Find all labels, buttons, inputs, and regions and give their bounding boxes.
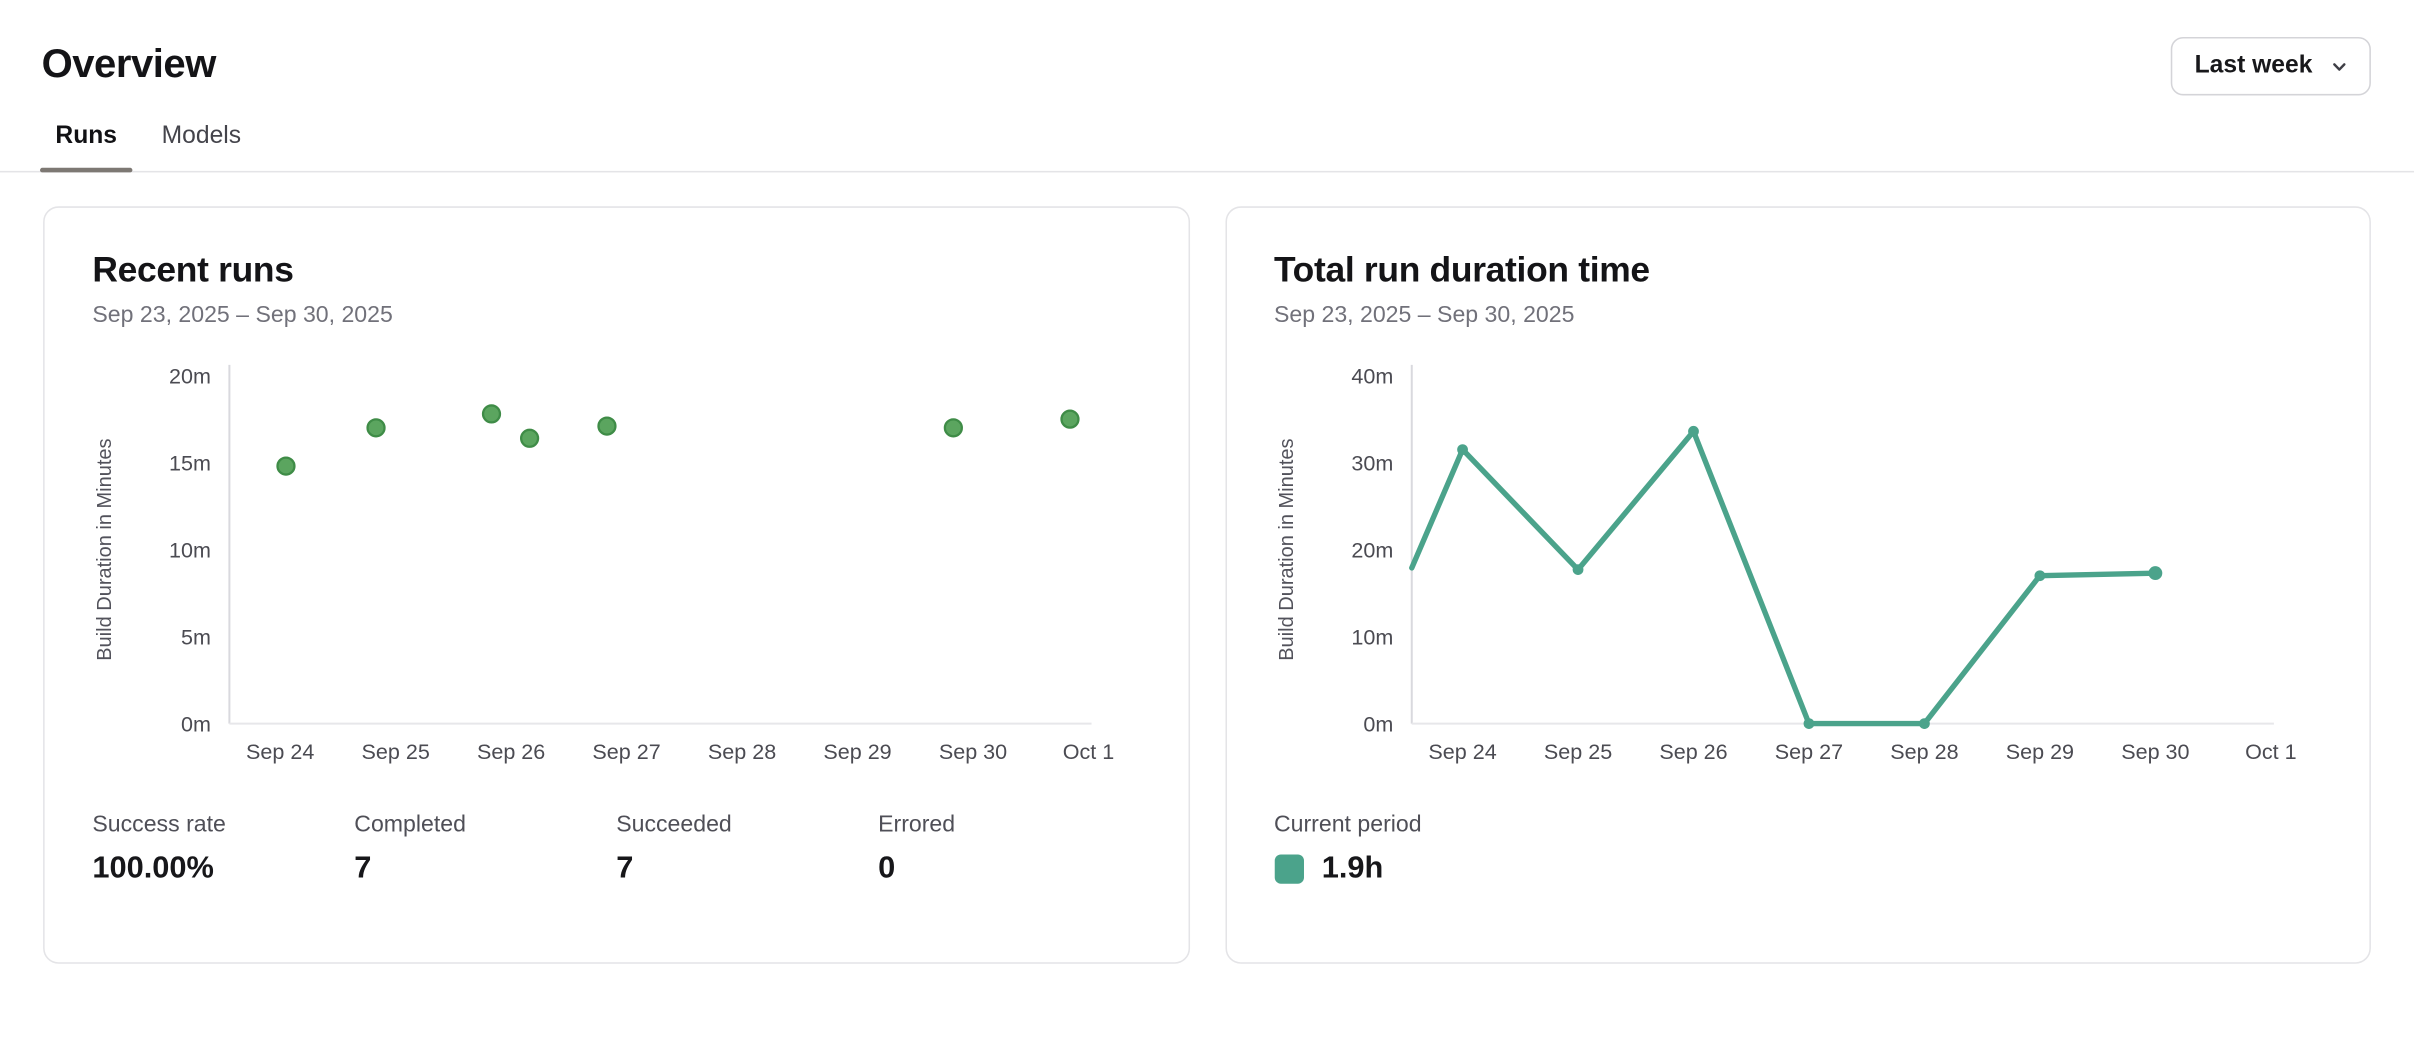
svg-text:Sep 28: Sep 28 — [1890, 739, 1958, 764]
chart-legend: Current period 1.9h — [1274, 811, 2322, 886]
svg-text:Sep 27: Sep 27 — [1774, 739, 1842, 764]
svg-text:Sep 28: Sep 28 — [708, 739, 776, 764]
legend-swatch — [1274, 854, 1303, 883]
svg-text:10m: 10m — [1351, 624, 1393, 649]
svg-text:10m: 10m — [169, 537, 211, 562]
tab-models[interactable]: Models — [146, 123, 256, 171]
svg-text:30m: 30m — [1351, 450, 1393, 475]
svg-text:5m: 5m — [181, 624, 211, 649]
svg-text:Oct 1: Oct 1 — [1063, 739, 1115, 764]
stat-label: Completed — [354, 811, 616, 837]
svg-text:Oct 1: Oct 1 — [2244, 739, 2296, 764]
svg-text:Build Duration in Minutes: Build Duration in Minutes — [1275, 438, 1297, 660]
svg-text:Sep 25: Sep 25 — [362, 739, 430, 764]
total-duration-title: Total run duration time — [1274, 249, 2322, 291]
svg-text:Sep 29: Sep 29 — [2005, 739, 2073, 764]
stat-value: 7 — [616, 851, 878, 886]
svg-text:20m: 20m — [1351, 537, 1393, 562]
recent-runs-stats: Success rate 100.00% Completed 7 Succeed… — [92, 811, 1140, 886]
svg-text:Sep 30: Sep 30 — [939, 739, 1007, 764]
stat-label: Succeeded — [616, 811, 878, 837]
recent-runs-title: Recent runs — [92, 249, 1140, 291]
period-dropdown[interactable]: Last week — [2170, 37, 2371, 96]
svg-text:Sep 26: Sep 26 — [477, 739, 545, 764]
page-header: Overview Last week — [0, 0, 2414, 88]
svg-text:40m: 40m — [1351, 363, 1393, 388]
stat-label: Success rate — [92, 811, 354, 837]
recent-runs-date-range: Sep 23, 2025 – Sep 30, 2025 — [92, 302, 1140, 328]
svg-text:Sep 25: Sep 25 — [1543, 739, 1611, 764]
svg-text:0m: 0m — [1363, 711, 1393, 736]
stat-value: 7 — [354, 851, 616, 886]
svg-text:Sep 30: Sep 30 — [2120, 739, 2188, 764]
svg-text:Sep 27: Sep 27 — [592, 739, 660, 764]
period-dropdown-label: Last week — [2195, 52, 2313, 80]
legend-label: Current period — [1274, 811, 2322, 837]
svg-text:0m: 0m — [181, 711, 211, 736]
app-window: Overview Last week Runs Models Recent ru… — [0, 0, 2414, 1044]
stat-label: Errored — [878, 811, 1140, 837]
page-title: Overview — [42, 40, 2371, 88]
stat-value: 100.00% — [92, 851, 354, 886]
svg-text:Build Duration in Minutes: Build Duration in Minutes — [94, 438, 116, 660]
overview-page: Overview Last week Runs Models Recent ru… — [0, 0, 2414, 1044]
legend-row: 1.9h — [1274, 851, 2322, 886]
stat-value: 0 — [878, 851, 1140, 886]
stat-completed: Completed 7 — [354, 811, 616, 886]
total-duration-date-range: Sep 23, 2025 – Sep 30, 2025 — [1274, 302, 2322, 328]
total-duration-card: Total run duration time Sep 23, 2025 – S… — [1225, 206, 2371, 963]
svg-text:20m: 20m — [169, 363, 211, 388]
svg-text:Sep 24: Sep 24 — [246, 739, 314, 764]
cards-row: Recent runs Sep 23, 2025 – Sep 30, 2025 … — [0, 172, 2414, 963]
recent-runs-card: Recent runs Sep 23, 2025 – Sep 30, 2025 … — [43, 206, 1189, 963]
chevron-down-icon — [2329, 56, 2349, 76]
svg-text:Sep 29: Sep 29 — [823, 739, 891, 764]
recent-runs-scatter: 0m 5m 10m 15m 20m Sep 24 Sep 25 Sep 26 Sep 27 Sep… — [92, 357, 1154, 776]
total-duration-chart: 0m 10m 20m 30m 40m Sep 24 Sep 25 Sep 26 Sep 27 Se… — [1274, 357, 2322, 776]
tab-bar: Runs Models — [0, 123, 2414, 172]
total-run-duration-line: 0m 10m 20m 30m 40m Sep 24 Sep 25 Sep 26 Sep 27 Se… — [1274, 357, 2336, 776]
tab-runs[interactable]: Runs — [40, 123, 132, 171]
legend-value: 1.9h — [1322, 851, 1384, 886]
svg-text:Sep 26: Sep 26 — [1659, 739, 1727, 764]
svg-text:15m: 15m — [169, 450, 211, 475]
stat-success-rate: Success rate 100.00% — [92, 811, 354, 886]
stat-errored: Errored 0 — [878, 811, 1140, 886]
svg-text:Sep 24: Sep 24 — [1428, 739, 1496, 764]
stat-succeeded: Succeeded 7 — [616, 811, 878, 886]
recent-runs-chart: 0m 5m 10m 15m 20m Sep 24 Sep 25 Sep 26 Sep 27 Sep… — [92, 357, 1140, 776]
